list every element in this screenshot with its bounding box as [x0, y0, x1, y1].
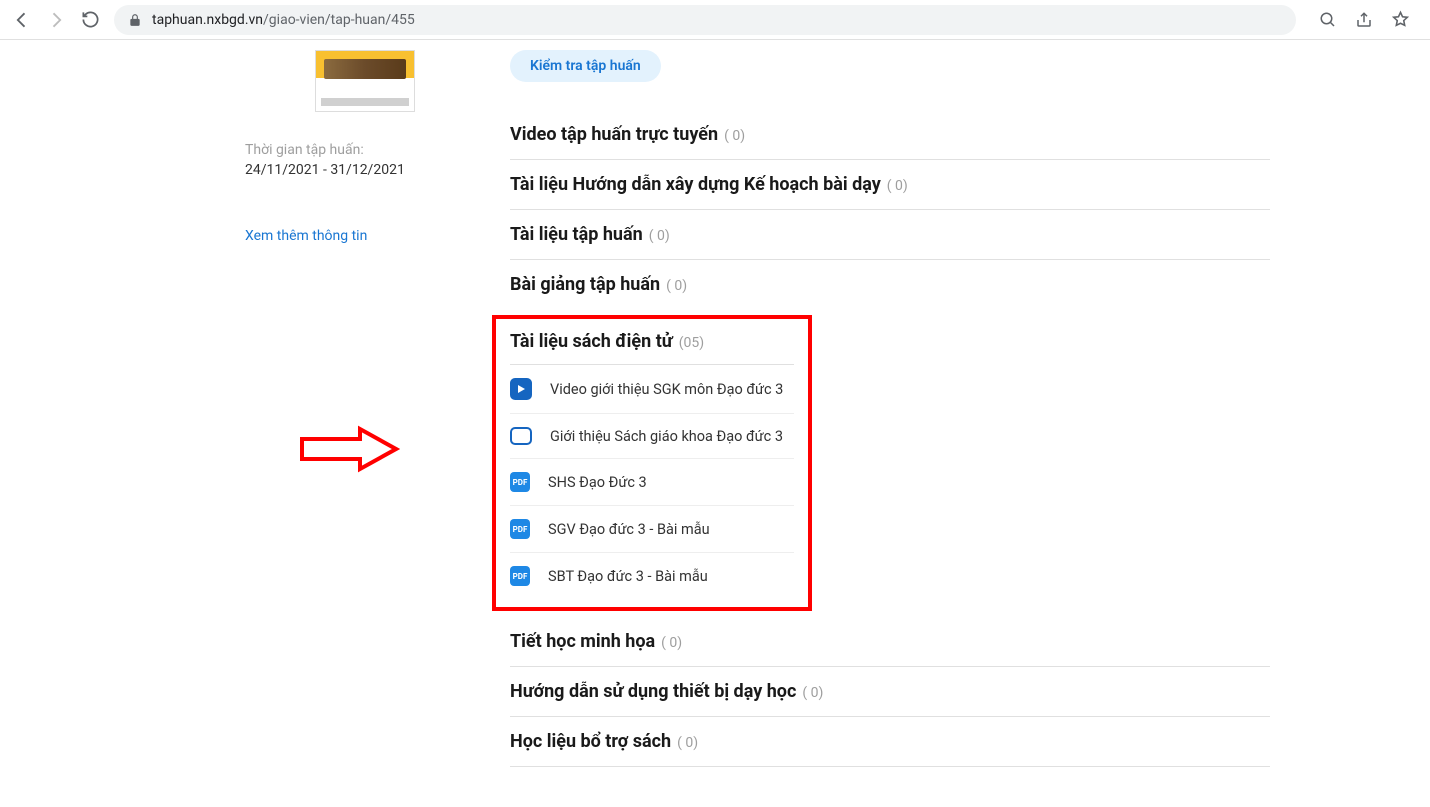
- section-count: ( 0): [649, 228, 670, 244]
- section-title: Tài liệu Hướng dẫn xây dựng Kế hoạch bài…: [510, 174, 881, 195]
- section-title: Học liệu bổ trợ sách: [510, 731, 671, 752]
- lock-icon: [128, 13, 142, 27]
- section-guide-plan[interactable]: Tài liệu Hướng dẫn xây dựng Kế hoạch bài…: [510, 160, 1270, 210]
- section-count: ( 0): [887, 178, 908, 194]
- address-bar[interactable]: taphuan.nxbgd.vn/giao-vien/tap-huan/455: [114, 5, 1296, 35]
- section-count: ( 0): [724, 128, 745, 144]
- file-label: SHS Đạo Đức 3: [548, 474, 647, 491]
- main-content: Kiểm tra tập huấn Video tập huấn trực tu…: [510, 40, 1430, 767]
- play-icon: [510, 378, 532, 400]
- section-title: Bài giảng tập huấn: [510, 274, 660, 295]
- zoom-icon[interactable]: [1318, 10, 1338, 30]
- time-label: Thời gian tập huấn:: [245, 142, 510, 158]
- section-title: Tài liệu sách điện tử: [510, 331, 673, 352]
- more-info-link[interactable]: Xem thêm thông tin: [245, 228, 510, 244]
- file-label: Video giới thiệu SGK môn Đạo đức 3: [550, 381, 783, 398]
- course-thumbnail: [315, 50, 415, 112]
- section-support-materials[interactable]: Học liệu bổ trợ sách ( 0): [510, 717, 1270, 767]
- back-icon[interactable]: [12, 10, 32, 30]
- file-item-slide[interactable]: Giới thiệu Sách giáo khoa Đạo đức 3: [510, 414, 794, 459]
- star-icon[interactable]: [1390, 10, 1410, 30]
- section-title: Video tập huấn trực tuyến: [510, 124, 718, 145]
- section-count: ( 0): [661, 635, 682, 651]
- sidebar: Thời gian tập huấn: 24/11/2021 - 31/12/2…: [0, 40, 510, 767]
- url-text: taphuan.nxbgd.vn/giao-vien/tap-huan/455: [152, 12, 415, 28]
- time-value: 24/11/2021 - 31/12/2021: [245, 162, 510, 178]
- section-title: Tiết học minh họa: [510, 631, 655, 652]
- page-content: Thời gian tập huấn: 24/11/2021 - 31/12/2…: [0, 40, 1430, 807]
- pdf-icon: PDF: [510, 519, 530, 539]
- file-item-pdf[interactable]: PDF SHS Đạo Đức 3: [510, 459, 794, 506]
- section-video-training[interactable]: Video tập huấn trực tuyến ( 0): [510, 110, 1270, 160]
- file-item-pdf[interactable]: PDF SGV Đạo đức 3 - Bài mẫu: [510, 506, 794, 553]
- section-count: ( 0): [666, 278, 687, 294]
- section-title: Hướng dẫn sử dụng thiết bị dạy học: [510, 681, 796, 702]
- section-ebooks: Tài liệu sách điện tử (05) Video giới th…: [492, 315, 812, 611]
- file-item-video[interactable]: Video giới thiệu SGK môn Đạo đức 3: [510, 365, 794, 414]
- file-label: SGV Đạo đức 3 - Bài mẫu: [548, 521, 710, 538]
- section-lecture[interactable]: Bài giảng tập huấn ( 0): [510, 260, 1270, 309]
- section-title: Tài liệu tập huấn: [510, 224, 643, 245]
- check-training-button[interactable]: Kiểm tra tập huấn: [510, 50, 661, 82]
- pdf-icon: PDF: [510, 472, 530, 492]
- section-count: (05): [679, 335, 704, 351]
- share-icon[interactable]: [1354, 10, 1374, 30]
- section-sample-lesson[interactable]: Tiết học minh họa ( 0): [510, 617, 1270, 667]
- section-count: ( 0): [802, 685, 823, 701]
- section-count: ( 0): [677, 735, 698, 751]
- file-label: Giới thiệu Sách giáo khoa Đạo đức 3: [550, 428, 783, 445]
- file-item-pdf[interactable]: PDF SBT Đạo đức 3 - Bài mẫu: [510, 553, 794, 599]
- forward-icon[interactable]: [46, 10, 66, 30]
- slide-icon: [510, 427, 532, 445]
- file-label: SBT Đạo đức 3 - Bài mẫu: [548, 568, 708, 585]
- browser-toolbar: taphuan.nxbgd.vn/giao-vien/tap-huan/455: [0, 0, 1430, 40]
- section-equipment-guide[interactable]: Hướng dẫn sử dụng thiết bị dạy học ( 0): [510, 667, 1270, 717]
- pdf-icon: PDF: [510, 566, 530, 586]
- reload-icon[interactable]: [80, 10, 100, 30]
- section-training-docs[interactable]: Tài liệu tập huấn ( 0): [510, 210, 1270, 260]
